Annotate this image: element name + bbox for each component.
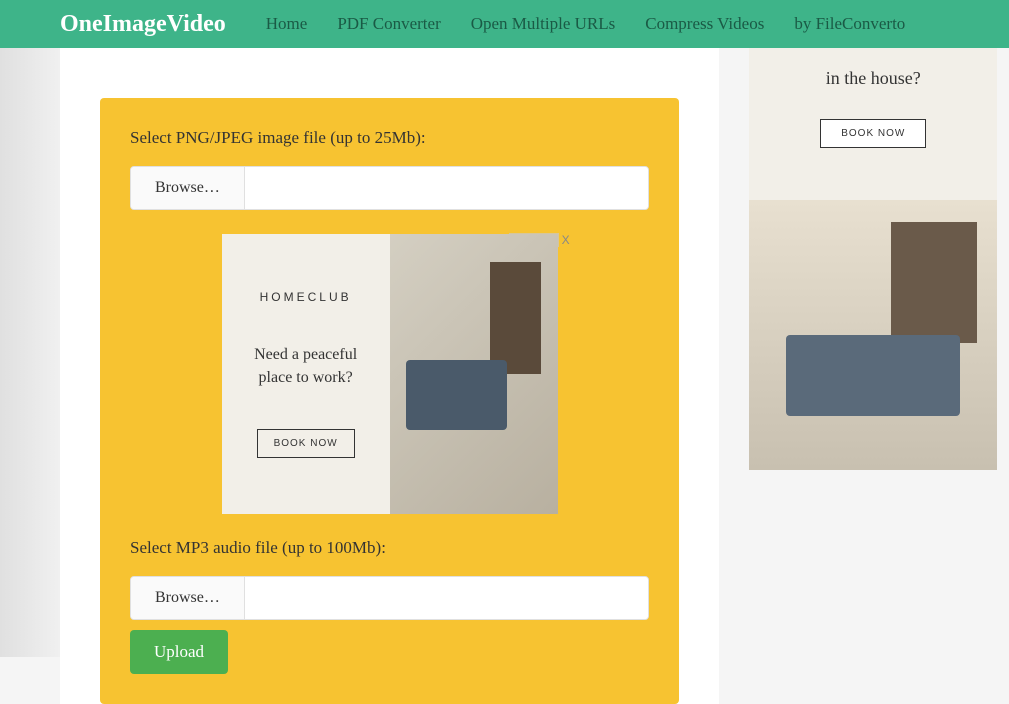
nav-pdf-converter[interactable]: PDF Converter — [337, 14, 440, 34]
sidebar-ad-cta-button[interactable]: BOOK NOW — [820, 119, 926, 148]
ad-brand: HOMECLUB — [260, 290, 352, 304]
main-header: OneImageVideo Home PDF Converter Open Mu… — [0, 0, 1009, 48]
sidebar-ad-image — [749, 200, 997, 470]
ad-image — [390, 234, 558, 514]
sidebar-sofa-shape — [786, 335, 960, 416]
browse-image-button[interactable]: Browse… — [131, 167, 245, 209]
sidebar-shelf-shape — [891, 222, 978, 344]
upload-card: Select PNG/JPEG image file (up to 25Mb):… — [100, 98, 679, 704]
audio-file-name[interactable] — [245, 577, 648, 619]
nav-compress-videos[interactable]: Compress Videos — [645, 14, 764, 34]
browse-audio-button[interactable]: Browse… — [131, 577, 245, 619]
ad-headline: Need a peaceful place to work? — [242, 344, 370, 389]
content-area: Select PNG/JPEG image file (up to 25Mb):… — [60, 48, 719, 704]
sidebar-ad-top: in the house? BOOK NOW — [749, 48, 997, 200]
main-container: Select PNG/JPEG image file (up to 25Mb):… — [0, 48, 1009, 704]
inline-ad: Publicité X HOMECLUB Need a peaceful pla… — [222, 234, 558, 514]
ad-room-illustration — [390, 234, 558, 514]
site-logo[interactable]: OneImageVideo — [60, 11, 226, 38]
ad-left-panel: HOMECLUB Need a peaceful place to work? … — [222, 234, 390, 514]
ad-cta-button[interactable]: BOOK NOW — [257, 429, 355, 458]
audio-file-label: Select MP3 audio file (up to 100Mb): — [130, 538, 649, 558]
nav-open-urls[interactable]: Open Multiple URLs — [471, 14, 616, 34]
audio-file-input-row: Browse… — [130, 576, 649, 620]
image-file-name[interactable] — [245, 167, 648, 209]
image-file-input-row: Browse… — [130, 166, 649, 210]
ad-sofa-shape — [406, 360, 507, 430]
sidebar: in the house? BOOK NOW — [749, 48, 1009, 704]
ad-content[interactable]: HOMECLUB Need a peaceful place to work? … — [222, 234, 558, 514]
ad-close-icon[interactable]: X — [562, 233, 570, 247]
main-nav: Home PDF Converter Open Multiple URLs Co… — [266, 14, 906, 34]
sidebar-ad-headline: in the house? — [826, 68, 921, 89]
nav-home[interactable]: Home — [266, 14, 308, 34]
sidebar-ad[interactable]: in the house? BOOK NOW — [749, 48, 997, 470]
upload-button[interactable]: Upload — [130, 630, 228, 674]
nav-by-fileconverto[interactable]: by FileConverto — [794, 14, 905, 34]
image-file-label: Select PNG/JPEG image file (up to 25Mb): — [130, 128, 649, 148]
ad-shelf-shape — [490, 262, 540, 374]
